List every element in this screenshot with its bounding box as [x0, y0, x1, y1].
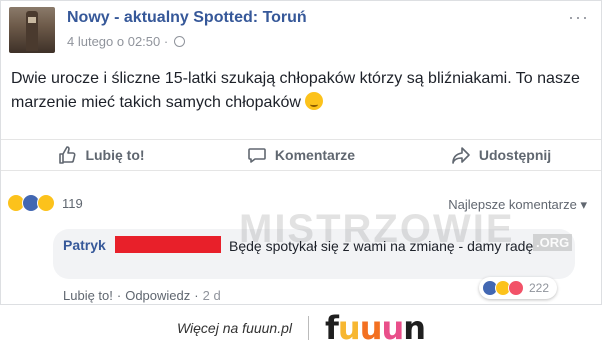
globe-icon	[174, 36, 186, 47]
footer-divider	[308, 315, 309, 340]
comment-icon	[248, 148, 266, 163]
comment-reaction-count: 222	[529, 281, 550, 295]
fuuun-logo[interactable]: fuuun	[325, 309, 426, 347]
footer-link[interactable]: Więcej na fuuun.pl	[177, 320, 292, 336]
love-reaction-icon	[508, 280, 524, 296]
post-text: Dwie urocze i śliczne 15-latki szukają c…	[11, 67, 591, 115]
more-icon[interactable]: ···	[568, 7, 589, 28]
page-name-link[interactable]: Nowy - aktualny Spotted: Toruń	[67, 9, 307, 27]
like-label: Lubię to!	[85, 147, 145, 163]
watermark-org: .ORG	[533, 234, 573, 251]
action-bar: Lubię to! Komentarze Udostępnij	[1, 139, 601, 171]
comment-label: Komentarze	[274, 147, 356, 163]
comment-age[interactable]: 2 d	[203, 288, 221, 303]
like-icon	[59, 146, 76, 164]
sad-reaction-icon	[37, 194, 55, 212]
post-meta: 4 lutego o 02:50 ·	[67, 34, 186, 49]
comment-reply-link[interactable]: Odpowiedz	[125, 288, 190, 303]
share-icon	[452, 147, 470, 164]
commenter-avatar[interactable]	[7, 229, 51, 269]
redaction-bar	[115, 236, 221, 253]
post-card: Nowy - aktualny Spotted: Toruń 4 lutego …	[0, 0, 602, 305]
like-button[interactable]: Lubię to!	[1, 140, 201, 170]
post-reactions[interactable]: 119	[7, 194, 83, 212]
share-button[interactable]: Udostępnij	[401, 140, 601, 170]
reaction-count: 119	[62, 195, 83, 211]
comment-actions: Lubię to! · Odpowiedz · 2 d	[63, 288, 221, 303]
comment-button[interactable]: Komentarze	[201, 140, 401, 170]
post-timestamp[interactable]: 4 lutego o 02:50 ·	[67, 34, 168, 49]
page-avatar[interactable]	[9, 7, 55, 53]
comment-reactions[interactable]: 222	[479, 277, 558, 299]
share-label: Udostępnij	[478, 147, 552, 163]
smirk-emoji-icon	[305, 92, 324, 110]
comment-author-link[interactable]: Patryk	[63, 237, 106, 253]
post-body: Dwie urocze i śliczne 15-latki szukają c…	[11, 70, 580, 111]
site-footer: Więcej na fuuun.pl fuuun	[0, 305, 602, 350]
comment-like-link[interactable]: Lubię to!	[63, 288, 113, 303]
